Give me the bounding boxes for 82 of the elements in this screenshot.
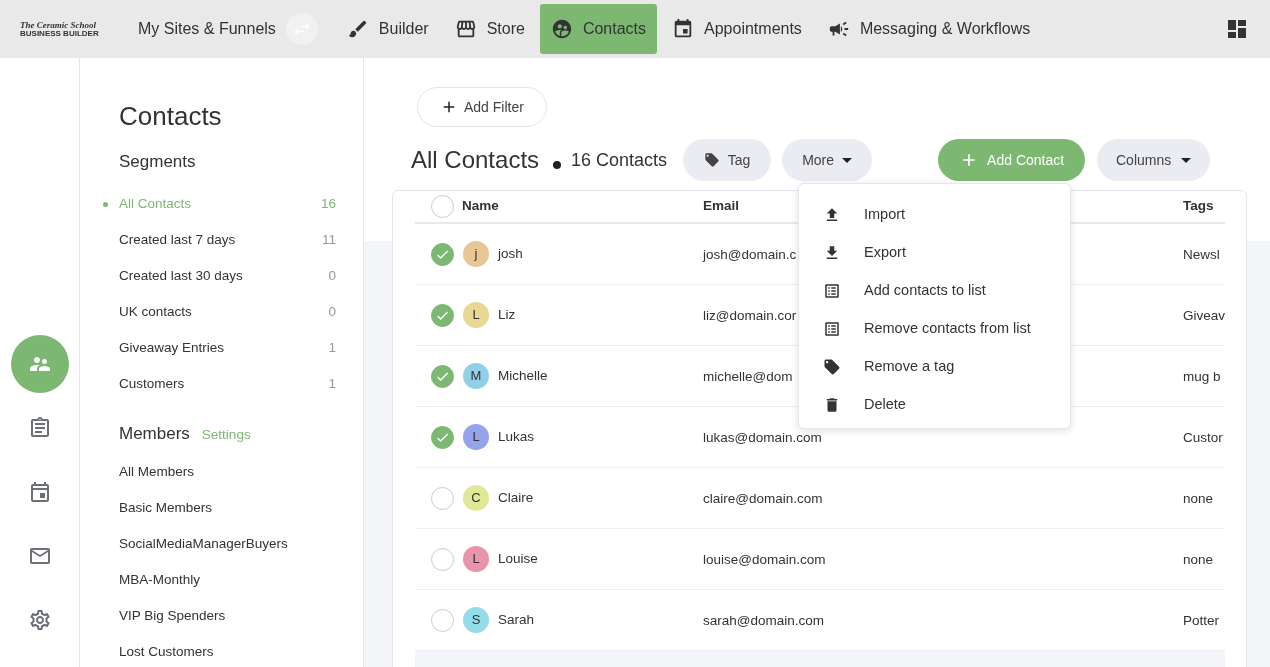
avatar: j: [463, 241, 489, 267]
member-list-item[interactable]: Basic Members: [119, 490, 336, 527]
more-button[interactable]: More: [782, 139, 873, 181]
list-icon: [823, 282, 841, 300]
tag-icon: [823, 358, 841, 376]
brush-icon: [346, 18, 369, 40]
nav-tab[interactable]: Contacts: [539, 4, 658, 54]
segment-item[interactable]: Created last 30 days 0: [119, 265, 336, 287]
menu-item[interactable]: Remove a tag: [799, 348, 1070, 386]
segment-item[interactable]: Created last 7 days 11: [119, 229, 336, 251]
contacts-icon[interactable]: [10, 335, 69, 393]
menu-item[interactable]: Remove contacts from list: [799, 310, 1070, 348]
email-cell: sarah@domain.com: [703, 612, 824, 628]
segment-item[interactable]: Giveaway Entries 1: [119, 337, 336, 359]
avatar: L: [463, 302, 489, 328]
row-checkbox[interactable]: [431, 242, 454, 266]
menu-item[interactable]: Import: [799, 196, 1070, 234]
tags-cell: mug b: [1183, 368, 1221, 384]
contact-name[interactable]: josh: [498, 243, 523, 265]
row-checkbox[interactable]: [431, 425, 454, 449]
section-heading: Members: [119, 423, 190, 445]
contact-name[interactable]: Lukas: [498, 426, 535, 448]
row-checkbox[interactable]: [431, 547, 454, 571]
avatar: L: [463, 546, 489, 572]
columns-button[interactable]: Columns: [1097, 139, 1211, 181]
section-heading: Segments: [119, 151, 197, 173]
column-header: Tags: [1183, 197, 1214, 216]
site-switcher[interactable]: My Sites & Funnels: [138, 17, 276, 41]
tag-icon: [703, 152, 720, 168]
member-list-item[interactable]: Lost Customers: [119, 634, 336, 667]
contact-name[interactable]: Michelle: [498, 365, 548, 387]
column-header: Name: [462, 197, 499, 216]
nav-tab[interactable]: Messaging & Workflows: [816, 4, 1042, 54]
dashboard-icon[interactable]: [1225, 17, 1249, 41]
row-checkbox[interactable]: [431, 303, 454, 327]
nav-tab[interactable]: Builder: [335, 4, 440, 54]
email-cell: josh@domain.c: [703, 246, 797, 262]
email-cell: liz@domain.cor: [703, 307, 797, 323]
contact-name[interactable]: Claire: [498, 487, 534, 509]
tags-cell: none: [1183, 490, 1214, 506]
member-list-item[interactable]: All Members: [119, 454, 336, 491]
email-cell: louise@domain.com: [703, 551, 826, 567]
avatar: C: [463, 485, 489, 511]
segment-item[interactable]: Customers 1: [119, 373, 336, 395]
menu-item[interactable]: Add contacts to list: [799, 272, 1070, 310]
contact-name[interactable]: Louise: [498, 548, 538, 570]
select-all-checkbox[interactable]: [431, 195, 454, 218]
avatar: S: [463, 607, 489, 633]
tags-cell: Custor: [1183, 429, 1223, 445]
row-checkbox[interactable]: [431, 608, 454, 632]
menu-item[interactable]: Delete: [799, 386, 1070, 424]
page-title: All Contacts: [411, 145, 540, 175]
store-icon: [454, 18, 477, 40]
segment-item[interactable]: UK contacts 0: [119, 301, 336, 323]
tags-cell: none: [1183, 551, 1214, 567]
caret-icon: [842, 157, 853, 163]
logo[interactable]: The Ceramic School BUSINESS BUILDER: [20, 20, 126, 38]
panel-title: Contacts: [119, 100, 223, 132]
email-cell: lukas@domain.com: [703, 429, 822, 445]
caret-icon: [1181, 157, 1192, 163]
tags-cell: Giveav: [1183, 307, 1226, 323]
email-cell: michelle@dom: [703, 368, 793, 384]
email-cell: claire@domain.com: [703, 490, 823, 506]
avatar: M: [463, 363, 489, 389]
contact-count: 16 Contacts: [571, 148, 668, 172]
add-filter-button[interactable]: Add Filter: [417, 87, 547, 127]
contact-name[interactable]: Sarah: [498, 609, 535, 631]
contact-name[interactable]: Liz: [498, 304, 516, 326]
member-list-item[interactable]: VIP Big Spenders: [119, 598, 336, 635]
nav-tab[interactable]: Appointments: [661, 4, 813, 54]
menu-item[interactable]: Export: [799, 234, 1070, 272]
nav-tab[interactable]: Store: [443, 4, 536, 54]
tag-button[interactable]: Tag: [683, 139, 772, 181]
row-checkbox[interactable]: [431, 364, 454, 388]
avatar: L: [463, 424, 489, 450]
list-icon: [823, 320, 841, 338]
tags-cell: Newsl: [1183, 246, 1220, 262]
column-header: Email: [703, 197, 740, 216]
row-checkbox[interactable]: [431, 486, 454, 510]
tags-cell: Potter: [1183, 612, 1220, 628]
member-list-item[interactable]: MBA-Monthly: [119, 562, 336, 599]
member-list-item[interactable]: SocialMediaManagerBuyers: [119, 526, 336, 563]
